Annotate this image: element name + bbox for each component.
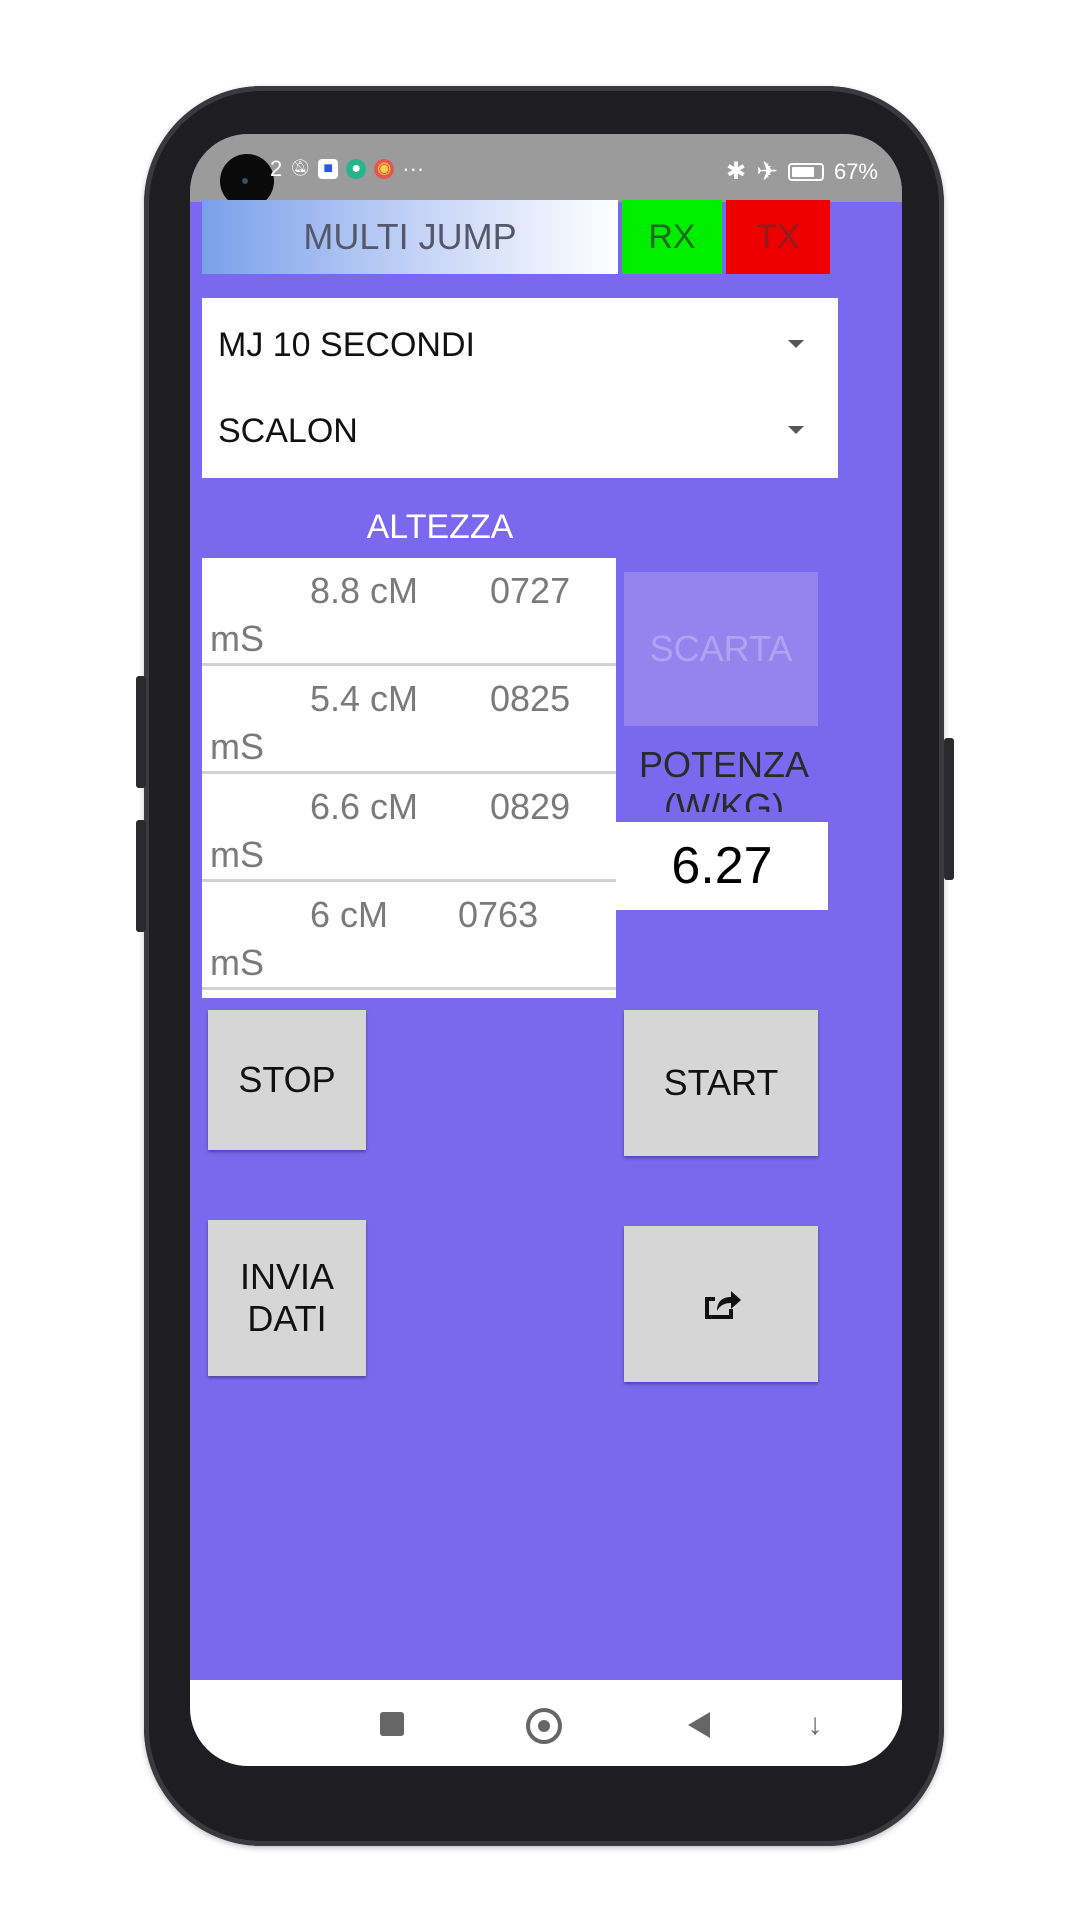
status-left-group: 2 🔕︎ ■ ● ◉ ··· <box>270 156 424 182</box>
jump-unit: mS <box>210 942 264 983</box>
tx-indicator[interactable]: TX <box>726 200 830 274</box>
dropdown-arrow-icon <box>788 340 804 348</box>
dropdown-arrow-icon <box>788 426 804 434</box>
chrome-icon: ◉ <box>374 159 395 179</box>
test-type-spinner[interactable]: MJ 10 SECONDI <box>202 298 838 392</box>
jump-unit: mS <box>210 834 264 875</box>
app-title: MULTI JUMP <box>202 200 618 274</box>
chat-icon: ■ <box>318 159 339 179</box>
back-icon[interactable] <box>688 1712 710 1738</box>
start-button[interactable]: START <box>624 1010 818 1156</box>
share-icon <box>705 1291 741 1319</box>
status-right-group: ✱ ✈︎ 67% <box>726 156 878 187</box>
battery-icon <box>787 162 824 181</box>
athlete-spinner[interactable]: SCALON <box>202 384 838 478</box>
volume-up-key <box>136 676 146 788</box>
list-item[interactable]: 5.4 cM 0825 mS <box>202 666 616 774</box>
bluetooth-icon: ✱ <box>726 158 747 185</box>
altezza-label: ALTEZZA <box>366 508 514 546</box>
invia-dati-button[interactable]: INVIA DATI <box>208 1220 366 1376</box>
jump-height: 5.4 cM <box>310 678 419 719</box>
results-list[interactable]: 8.8 cM 0727 mS 5.4 cM 0825 mS 6.6 cM 082… <box>202 558 616 998</box>
jump-height: 8.8 cM <box>310 570 419 611</box>
rx-indicator[interactable]: RX <box>622 200 722 274</box>
jump-height: 6.6 cM <box>310 786 419 827</box>
athlete-value: SCALON <box>218 411 358 450</box>
jump-height: 6 cM <box>310 894 389 935</box>
airplane-icon: ✈︎ <box>756 156 778 186</box>
list-item[interactable]: 6 cM 0763 mS <box>202 882 616 990</box>
navigation-bar: ↓ <box>190 1680 902 1766</box>
jump-time: 0763 <box>458 894 539 935</box>
notification-off-icon: 🔕︎ <box>290 160 311 177</box>
status-bar: 2 🔕︎ ■ ● ◉ ··· ✱ ✈︎ 67% <box>190 134 902 208</box>
scarta-button[interactable]: SCARTA <box>624 572 818 726</box>
invia-dati-line1: INVIA <box>239 1256 335 1297</box>
screen: 2 🔕︎ ■ ● ◉ ··· ✱ ✈︎ 67% MULTI JUMP RX TX… <box>190 134 902 1766</box>
home-icon[interactable] <box>526 1708 562 1744</box>
list-item[interactable]: 6.6 cM 0829 mS <box>202 774 616 882</box>
share-button[interactable] <box>624 1226 818 1382</box>
invia-dati-line2: DATI <box>247 1298 327 1339</box>
battery-percent: 67% <box>833 158 878 184</box>
recents-icon[interactable] <box>380 1712 404 1736</box>
list-item[interactable]: 8.8 cM 0727 mS <box>202 558 616 666</box>
more-notifications: ··· <box>402 156 425 181</box>
test-type-value: MJ 10 SECONDI <box>218 325 475 364</box>
jump-time: 0825 <box>490 678 571 719</box>
status-text: 2 <box>270 156 283 181</box>
volume-down-key <box>136 820 146 932</box>
jump-unit: mS <box>210 726 264 767</box>
jump-time: 0829 <box>490 786 571 827</box>
stop-button[interactable]: STOP <box>208 1010 366 1150</box>
jump-time: 0727 <box>490 570 571 611</box>
power-key <box>944 738 954 880</box>
potenza-value: 6.27 <box>616 822 828 910</box>
assist-icon[interactable]: ↓ <box>800 1708 830 1742</box>
potenza-label: POTENZA (W/KG) <box>638 744 809 812</box>
location-app-icon: ● <box>346 159 367 179</box>
jump-unit: mS <box>210 618 264 659</box>
